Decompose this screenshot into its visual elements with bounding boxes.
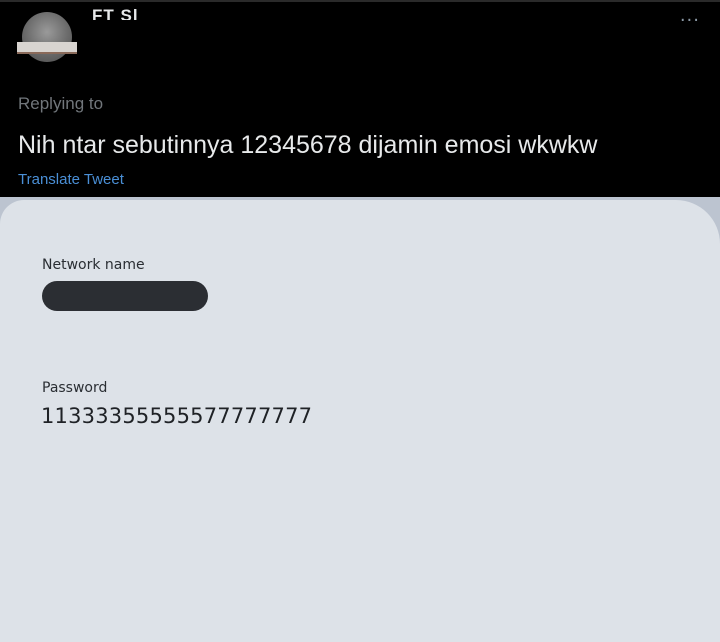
password-value[interactable]: 11333355555577777777 (41, 404, 312, 428)
screenshot-composite: FT Sl ··· Replying to Nih ntar sebutinny… (0, 0, 720, 642)
avatar[interactable] (22, 12, 72, 62)
wifi-share-card: Network name Password 113333555555777777… (0, 200, 720, 642)
more-horizontal-icon[interactable]: ··· (680, 12, 700, 30)
network-name-label: Network name (42, 257, 145, 273)
password-label: Password (42, 380, 108, 396)
tweet-text: Nih ntar sebutinnya 12345678 dijamin emo… (18, 131, 598, 159)
network-name-redacted (42, 281, 208, 311)
display-name[interactable]: FT Sl (92, 6, 139, 20)
redaction-bar (17, 42, 77, 54)
translate-tweet-link[interactable]: Translate Tweet (18, 171, 124, 188)
tweet-reply: FT Sl ··· Replying to Nih ntar sebutinny… (0, 0, 720, 197)
replying-to-label: Replying to (18, 94, 104, 113)
